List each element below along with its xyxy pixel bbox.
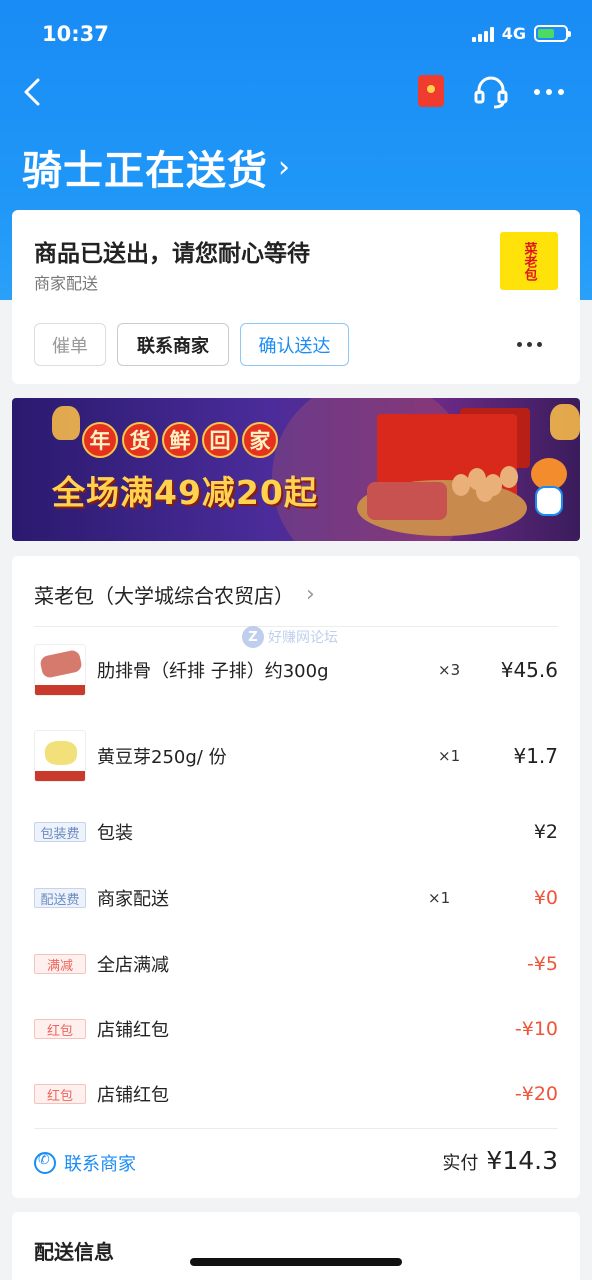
status-actions: 催单 联系商家 确认送达 [34, 323, 349, 366]
signal-icon [471, 26, 494, 42]
home-indicator[interactable] [190, 1258, 402, 1266]
eggs-image [452, 458, 532, 502]
item-name: 肋排骨（纤排 子排）约300g [97, 661, 329, 682]
headset-icon [474, 76, 508, 109]
fee-tag: 配送费 [34, 888, 86, 908]
chevron-left-icon [24, 78, 40, 106]
paid-total: 实付 ¥14.3 [442, 1146, 558, 1175]
fee-amount: -¥10 [514, 1018, 558, 1040]
item-name: 黄豆芽250g/ 份 [97, 747, 227, 768]
fee-amount: ¥0 [533, 887, 558, 909]
confirm-delivery-button[interactable]: 确认送达 [240, 323, 349, 366]
fee-tag: 满减 [34, 954, 86, 974]
dot-icon [534, 89, 540, 95]
phone-icon [34, 1152, 56, 1174]
mascot-image [527, 458, 571, 518]
order-status-text: 骑士正在送货 [22, 148, 268, 194]
fee-amount: -¥5 [526, 953, 558, 975]
fee-name: 商家配送 [97, 889, 169, 910]
item-quantity: ×1 [438, 747, 461, 765]
fee-name: 全店满减 [97, 955, 169, 976]
contact-merchant-link[interactable]: 联系商家 [34, 1150, 136, 1176]
item-thumbnail [34, 730, 86, 782]
delivery-method: 商家配送 [34, 274, 99, 293]
more-actions-button[interactable] [517, 342, 542, 347]
fee-amount: ¥2 [533, 821, 558, 843]
chevron-right-icon: › [306, 582, 315, 607]
banner-offer: 全场满49减20起 [52, 473, 318, 512]
delivery-status-card: 商品已送出，请您耐心等待 商家配送 菜老包 催单 联系商家 确认送达 [12, 210, 580, 384]
fee-name: 店铺红包 [97, 1085, 169, 1106]
dot-icon [527, 342, 532, 347]
shop-name: 菜老包（大学城综合农贸店） [34, 584, 294, 608]
fee-name: 店铺红包 [97, 1020, 169, 1041]
paid-amount: ¥14.3 [486, 1146, 558, 1175]
contact-merchant-label: 联系商家 [64, 1154, 136, 1175]
status-time: 10:37 [42, 22, 109, 46]
fee-row-red-packet: 红包 店铺红包 -¥10 [34, 1014, 558, 1044]
fee-row-delivery: 配送费 商家配送 ×1 ¥0 [34, 883, 558, 913]
chevron-right-icon: › [278, 149, 291, 185]
fee-amount: -¥20 [514, 1083, 558, 1105]
contact-merchant-button[interactable]: 联系商家 [117, 323, 229, 366]
fee-tag: 包装费 [34, 822, 86, 842]
network-type: 4G [501, 24, 526, 43]
dot-icon [517, 342, 522, 347]
lantern-icon [52, 406, 80, 440]
banner-headline: 年 货 鲜 回 家 [82, 422, 278, 458]
order-details-card: 菜老包（大学城综合农贸店） › Z 好赚网论坛 肋排骨（纤排 子排）约300g … [12, 556, 580, 1198]
status-indicators: 4G [471, 24, 571, 43]
fee-row-packaging: 包装费 包装 ¥2 [34, 817, 558, 847]
shop-name-link[interactable]: 菜老包（大学城综合农贸店） › [34, 580, 315, 609]
back-button[interactable] [18, 72, 50, 112]
fee-quantity: ×1 [428, 889, 451, 907]
shop-logo[interactable]: 菜老包 [500, 232, 558, 290]
dot-icon [546, 89, 552, 95]
fee-row-red-packet: 红包 店铺红包 -¥20 [34, 1079, 558, 1109]
paid-label: 实付 [442, 1153, 479, 1174]
divider [34, 1128, 558, 1129]
urge-order-button[interactable]: 催单 [34, 323, 106, 366]
meat-image [367, 482, 447, 520]
delivery-info-card: 配送信息 [12, 1212, 580, 1280]
item-thumbnail [34, 644, 86, 696]
more-options-button[interactable] [534, 82, 570, 102]
order-status-title[interactable]: 骑士正在送货 › [22, 138, 291, 196]
item-price: ¥1.7 [513, 744, 558, 768]
customer-service-button[interactable] [472, 74, 510, 110]
item-price: ¥45.6 [500, 658, 558, 682]
delivery-info-title: 配送信息 [34, 1240, 114, 1264]
battery-icon [534, 25, 571, 42]
lantern-icon [550, 404, 580, 440]
dot-icon [537, 342, 542, 347]
red-packet-icon[interactable] [418, 75, 444, 107]
item-quantity: ×3 [438, 661, 461, 679]
dot-icon [558, 89, 564, 95]
order-item[interactable]: 肋排骨（纤排 子排）约300g ×3 ¥45.6 [34, 643, 558, 697]
order-item[interactable]: 黄豆芽250g/ 份 ×1 ¥1.7 [34, 729, 558, 783]
promo-banner[interactable]: 年 货 鲜 回 家 全场满49减20起 [12, 398, 580, 541]
fee-tag: 红包 [34, 1019, 86, 1039]
fee-tag: 红包 [34, 1084, 86, 1104]
status-message: 商品已送出，请您耐心等待 [34, 241, 310, 267]
fee-row-discount: 满减 全店满减 -¥5 [34, 949, 558, 979]
fee-name: 包装 [97, 823, 133, 844]
